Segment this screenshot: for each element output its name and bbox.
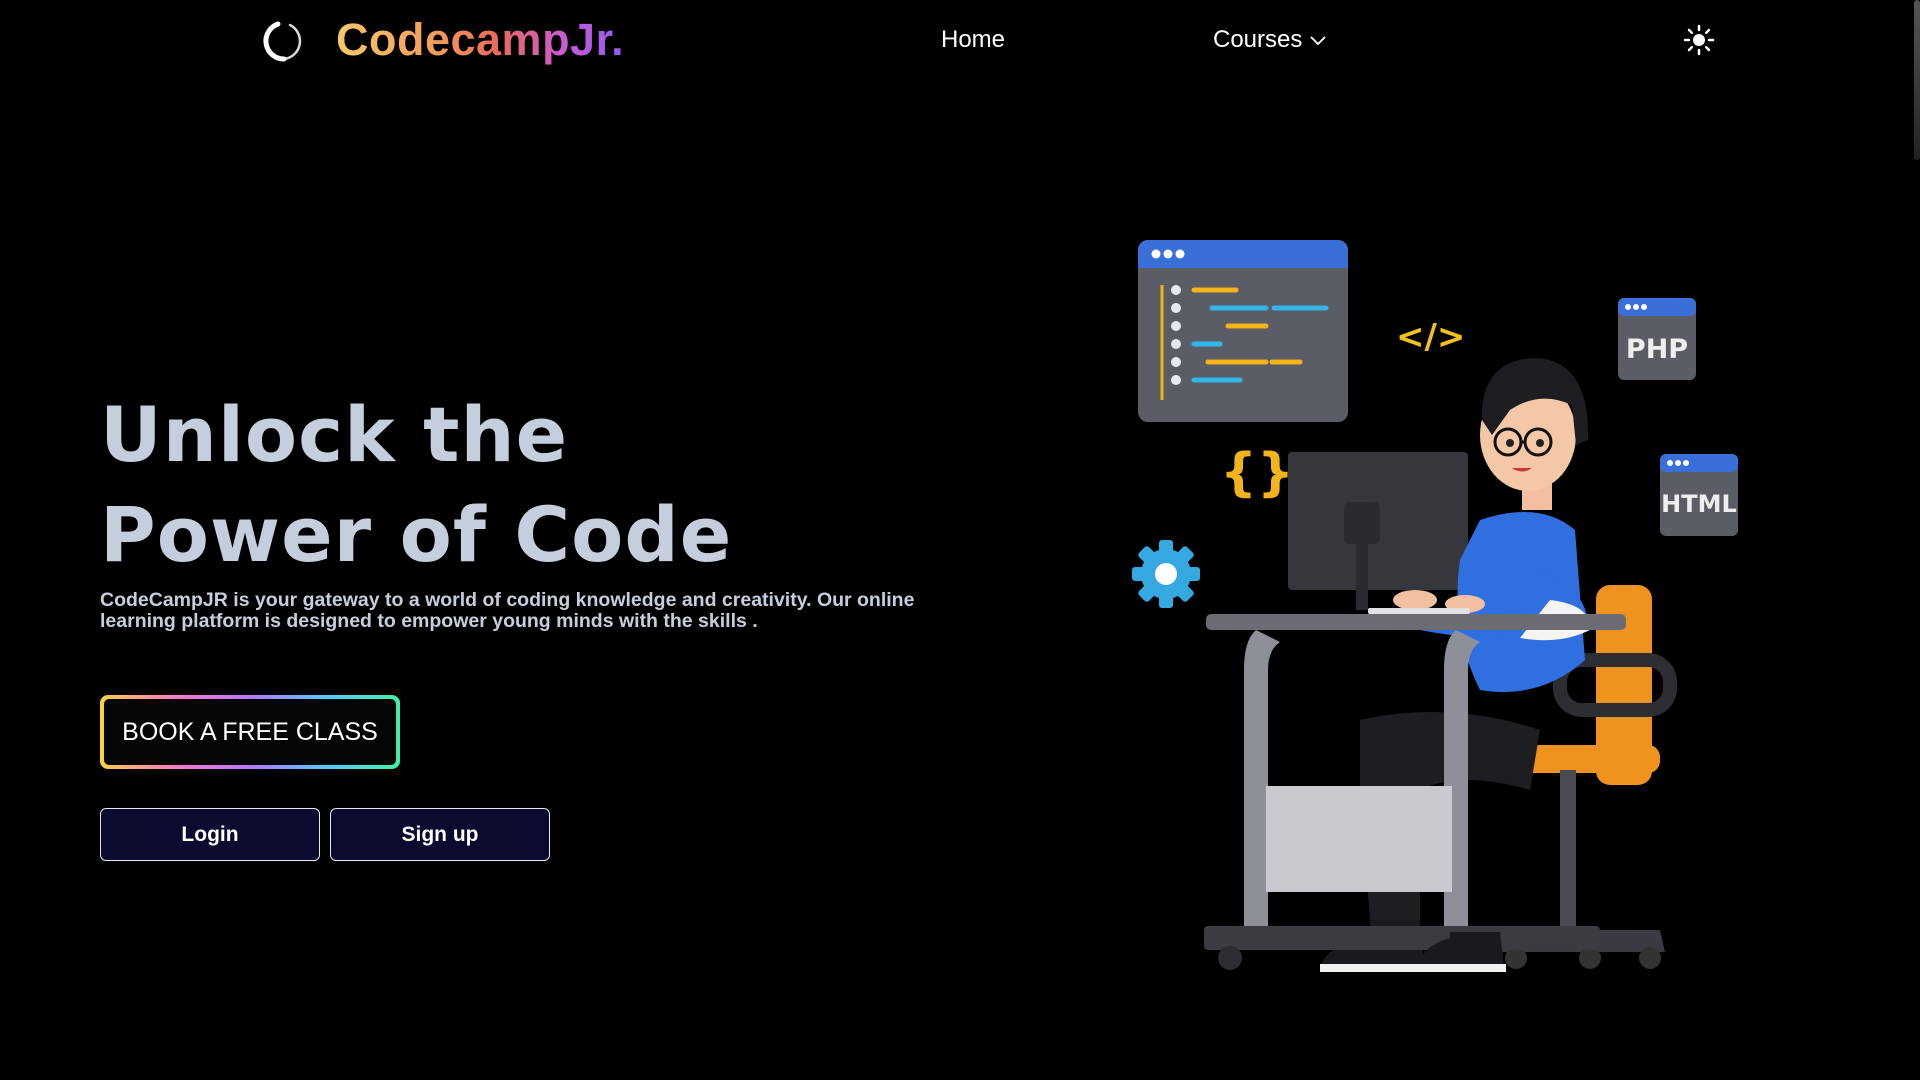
logo-ring-icon[interactable] <box>262 19 306 63</box>
php-label: PHP <box>1626 334 1688 365</box>
html-label: HTML <box>1661 490 1737 518</box>
code-tag-symbol: </> <box>1396 317 1465 357</box>
html-badge: HTML <box>1660 454 1738 536</box>
cta-gradient-border: BOOK A FREE CLASS <box>100 695 400 769</box>
chevron-down-icon <box>1310 36 1327 46</box>
nav-courses-label: Courses <box>1213 26 1303 53</box>
nav-courses-dropdown[interactable]: Courses <box>1213 26 1328 54</box>
gear-icon <box>1132 540 1200 608</box>
monitor <box>1288 452 1468 610</box>
sun-icon[interactable] <box>1683 24 1715 56</box>
signup-button[interactable]: Sign up <box>330 808 550 861</box>
hero-title-line-1: Unlock the <box>100 390 569 479</box>
hero-description: CodeCampJR is your gateway to a world of… <box>100 589 915 632</box>
hero-title-line-2: Power of Code <box>100 490 733 579</box>
nav-home-link[interactable]: Home <box>941 26 1005 54</box>
page-scrollbar[interactable] <box>1914 0 1920 160</box>
code-window <box>1138 240 1348 422</box>
top-navbar: CodecampJr. Home Courses <box>0 0 1920 80</box>
coder-illustration: </> {} PHP HTML <box>1132 240 1738 972</box>
hero-title: Unlock the Power of Code <box>100 385 732 585</box>
keyboard <box>1368 608 1470 614</box>
braces-symbol: {} <box>1220 443 1294 503</box>
brand-name[interactable]: CodecampJr. <box>336 14 624 66</box>
login-button[interactable]: Login <box>100 808 320 861</box>
book-free-class-button[interactable]: BOOK A FREE CLASS <box>104 699 396 765</box>
php-badge: PHP <box>1618 298 1696 380</box>
